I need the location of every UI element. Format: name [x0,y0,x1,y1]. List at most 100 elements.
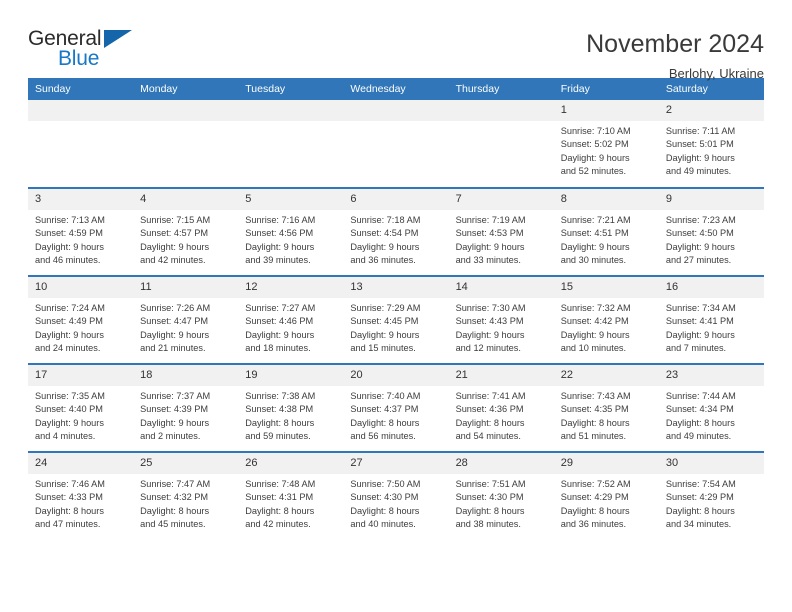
calendar-day-cell[interactable]: 2 Sunrise: 7:11 AM Sunset: 5:01 PM Daylight… [658,100,764,188]
daylight-text: and 30 minutes. [560,255,627,266]
sun-info: Sunrise: 7:43 AM Sunset: 4:35 PM Daylight:… [554,386,659,444]
daylight-text: Daylight: 9 hours [35,241,104,252]
sun-info: Sunrise: 7:35 AM Sunset: 4:40 PM Daylight:… [28,386,133,444]
sunset-text: Sunset: 4:32 PM [140,492,209,503]
sun-info: Sunrise: 7:44 AM Sunset: 4:34 PM Daylight:… [659,386,764,444]
sunrise-text: Sunrise: 7:48 AM [245,479,316,489]
day-number: 15 [553,277,659,298]
calendar-day-cell[interactable]: 7 Sunrise: 7:19 AM Sunset: 4:53 PM Daylight… [448,187,554,276]
calendar-week-row: 24 Sunrise: 7:46 AM Sunset: 4:33 PM Dayligh… [28,451,764,540]
calendar-empty-cell [448,100,554,188]
weekday-header-monday: Monday [133,78,239,100]
sunset-text: Sunset: 4:34 PM [665,404,734,415]
sunset-text: Sunset: 4:57 PM [140,228,209,239]
calendar-day-cell[interactable]: 18 Sunrise: 7:37 AM Sunset: 4:39 PM Dayligh… [133,363,239,452]
calendar-day-cell[interactable]: 1 Sunrise: 7:10 AM Sunset: 5:02 PM Daylight… [553,100,659,188]
calendar-day-cell[interactable]: 15 Sunrise: 7:32 AM Sunset: 4:42 PM Dayligh… [553,275,659,364]
daylight-text: Daylight: 9 hours [455,329,525,340]
daylight-text: and 51 minutes. [560,431,627,442]
sunrise-text: Sunrise: 7:18 AM [350,215,421,225]
calendar-day-cell[interactable]: 22 Sunrise: 7:43 AM Sunset: 4:35 PM Dayligh… [553,363,659,452]
sunset-text: Sunset: 4:37 PM [350,404,419,415]
calendar-day-cell[interactable]: 25 Sunrise: 7:47 AM Sunset: 4:32 PM Dayligh… [133,451,239,540]
calendar-day-cell[interactable]: 21 Sunrise: 7:41 AM Sunset: 4:36 PM Dayligh… [448,363,554,452]
sun-info: Sunrise: 7:47 AM Sunset: 4:32 PM Daylight:… [133,474,238,532]
sunset-text: Sunset: 4:29 PM [560,492,629,503]
sunrise-text: Sunrise: 7:23 AM [665,215,736,225]
day-number: 28 [448,453,554,474]
daylight-text: Daylight: 8 hours [560,417,630,428]
sunset-text: Sunset: 5:02 PM [560,139,629,150]
calendar-day-cell[interactable]: 3 Sunrise: 7:13 AM Sunset: 4:59 PM Daylight… [28,187,134,276]
day-number: 1 [553,100,659,121]
calendar-day-cell[interactable]: 6 Sunrise: 7:18 AM Sunset: 4:54 PM Daylight… [343,187,449,276]
calendar-day-cell[interactable]: 14 Sunrise: 7:30 AM Sunset: 4:43 PM Dayligh… [448,275,554,364]
calendar-day-cell[interactable]: 8 Sunrise: 7:21 AM Sunset: 4:51 PM Daylight… [553,187,659,276]
location-subtitle: Berlohy, Ukraine [668,66,764,81]
sun-info: Sunrise: 7:38 AM Sunset: 4:38 PM Daylight:… [238,386,343,444]
daylight-text: and 12 minutes. [455,343,521,354]
calendar-day-cell[interactable]: 11 Sunrise: 7:26 AM Sunset: 4:47 PM Dayligh… [133,275,239,364]
sunrise-text: Sunrise: 7:46 AM [35,479,105,489]
calendar-day-cell[interactable]: 24 Sunrise: 7:46 AM Sunset: 4:33 PM Dayligh… [28,451,134,540]
daylight-text: and 49 minutes. [665,431,732,442]
daylight-text: Daylight: 9 hours [350,241,420,252]
sunrise-text: Sunrise: 7:54 AM [665,479,736,489]
day-number: 11 [133,277,239,298]
sunset-text: Sunset: 4:41 PM [665,316,734,327]
calendar-day-cell[interactable]: 28 Sunrise: 7:51 AM Sunset: 4:30 PM Dayligh… [448,451,554,540]
page-title: November 2024 [586,30,764,58]
sun-info: Sunrise: 7:18 AM Sunset: 4:54 PM Daylight:… [343,210,448,268]
sunset-text: Sunset: 4:38 PM [245,404,314,415]
sunrise-text: Sunrise: 7:38 AM [245,391,316,401]
sun-info: Sunrise: 7:46 AM Sunset: 4:33 PM Daylight:… [28,474,133,532]
calendar-day-cell[interactable]: 26 Sunrise: 7:48 AM Sunset: 4:31 PM Dayligh… [238,451,344,540]
daylight-text: Daylight: 8 hours [665,417,735,428]
day-number: 30 [658,453,764,474]
sunset-text: Sunset: 4:43 PM [455,316,524,327]
sunset-text: Sunset: 4:54 PM [350,228,419,239]
daylight-text: Daylight: 9 hours [665,152,735,163]
calendar-day-cell[interactable]: 30 Sunrise: 7:54 AM Sunset: 4:29 PM Dayligh… [658,451,764,540]
sunset-text: Sunset: 4:29 PM [665,492,734,503]
calendar-day-cell[interactable]: 10 Sunrise: 7:24 AM Sunset: 4:49 PM Dayligh… [28,275,134,364]
calendar-day-cell[interactable]: 27 Sunrise: 7:50 AM Sunset: 4:30 PM Dayligh… [343,451,449,540]
sun-info: Sunrise: 7:26 AM Sunset: 4:47 PM Daylight:… [133,298,238,356]
calendar-day-cell[interactable]: 20 Sunrise: 7:40 AM Sunset: 4:37 PM Dayligh… [343,363,449,452]
day-number: 27 [343,453,449,474]
sunrise-text: Sunrise: 7:30 AM [455,303,526,313]
sun-info: Sunrise: 7:23 AM Sunset: 4:50 PM Daylight:… [659,210,764,268]
daylight-text: and 21 minutes. [140,343,206,354]
calendar-day-cell[interactable]: 12 Sunrise: 7:27 AM Sunset: 4:46 PM Dayligh… [238,275,344,364]
calendar-day-cell[interactable]: 17 Sunrise: 7:35 AM Sunset: 4:40 PM Dayligh… [28,363,134,452]
daylight-text: and 34 minutes. [665,519,732,530]
daylight-text: Daylight: 9 hours [560,152,630,163]
calendar-day-cell[interactable]: 13 Sunrise: 7:29 AM Sunset: 4:45 PM Dayligh… [343,275,449,364]
calendar-day-cell[interactable]: 29 Sunrise: 7:52 AM Sunset: 4:29 PM Dayligh… [553,451,659,540]
sun-info: Sunrise: 7:19 AM Sunset: 4:53 PM Daylight:… [449,210,554,268]
daylight-text: Daylight: 8 hours [35,505,104,516]
day-number: 5 [238,189,344,210]
sunset-text: Sunset: 5:01 PM [665,139,734,150]
calendar-day-cell[interactable]: 9 Sunrise: 7:23 AM Sunset: 4:50 PM Daylight… [658,187,764,276]
weekday-header-sunday: Sunday [28,78,134,100]
daylight-text: Daylight: 8 hours [560,505,630,516]
daylight-text: and 46 minutes. [35,255,101,266]
day-number: 19 [238,365,344,386]
calendar-table: Sunday Monday Tuesday Wednesday Thursday… [28,78,764,540]
sunset-text: Sunset: 4:31 PM [245,492,314,503]
sunset-text: Sunset: 4:47 PM [140,316,209,327]
brand-logo[interactable]: General Blue [28,27,148,75]
day-number: 25 [133,453,239,474]
calendar-day-cell[interactable]: 16 Sunrise: 7:34 AM Sunset: 4:41 PM Dayligh… [658,275,764,364]
sunrise-text: Sunrise: 7:34 AM [665,303,736,313]
calendar-day-cell[interactable]: 5 Sunrise: 7:16 AM Sunset: 4:56 PM Daylight… [238,187,344,276]
calendar-empty-cell [133,100,239,188]
calendar-day-cell[interactable]: 4 Sunrise: 7:15 AM Sunset: 4:57 PM Daylight… [133,187,239,276]
sun-info: Sunrise: 7:16 AM Sunset: 4:56 PM Daylight:… [238,210,343,268]
sunset-text: Sunset: 4:30 PM [350,492,419,503]
calendar-day-cell[interactable]: 23 Sunrise: 7:44 AM Sunset: 4:34 PM Dayligh… [658,363,764,452]
calendar-day-cell[interactable]: 19 Sunrise: 7:38 AM Sunset: 4:38 PM Dayligh… [238,363,344,452]
day-number: 16 [658,277,764,298]
weekday-header-tuesday: Tuesday [238,78,344,100]
